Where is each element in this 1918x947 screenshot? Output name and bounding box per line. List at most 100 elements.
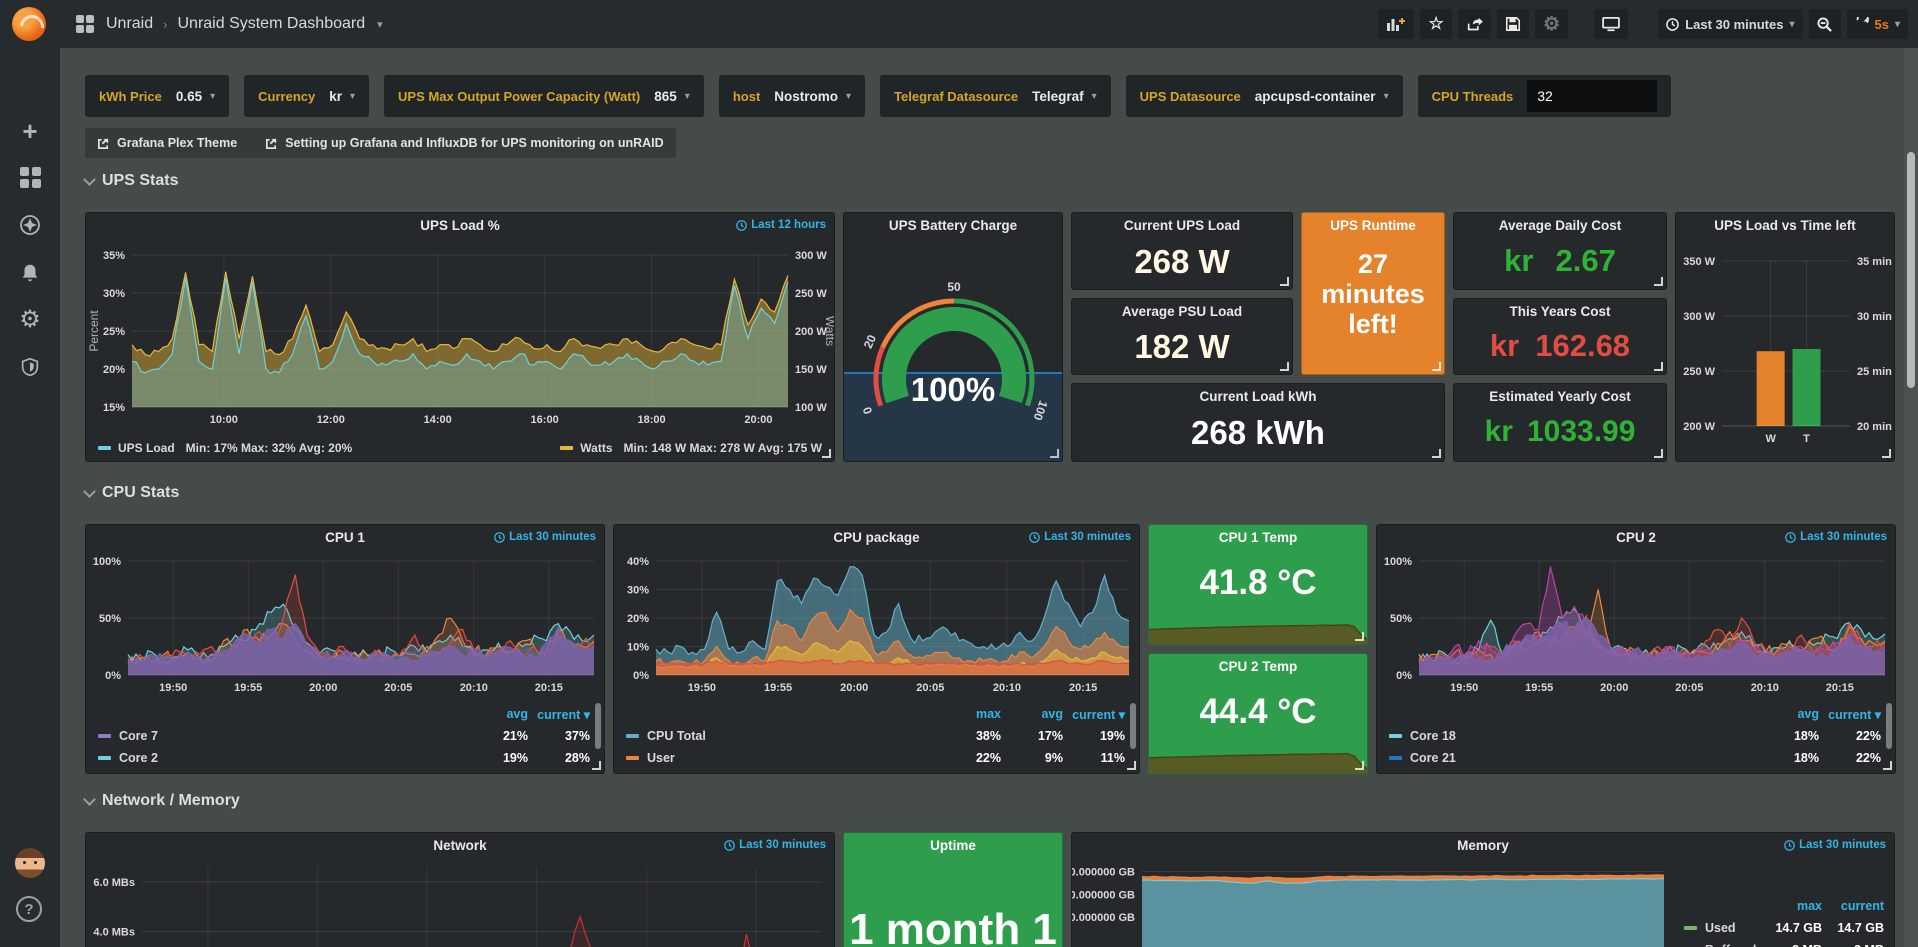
battery-gauge[interactable]: 02050100 xyxy=(844,239,1063,462)
svg-text:50.000000 GB: 50.000000 GB xyxy=(1072,912,1135,924)
panel-title[interactable]: UPS Battery Charge xyxy=(844,218,1062,233)
page-scrollbar-thumb[interactable] xyxy=(1907,152,1915,388)
explore-compass-icon[interactable] xyxy=(0,207,60,243)
svg-text:19:50: 19:50 xyxy=(688,682,716,694)
svg-text:35%: 35% xyxy=(103,250,125,262)
legend-row[interactable]: Used14.7 GB14.7 GB xyxy=(1684,917,1884,939)
svg-text:100%: 100% xyxy=(93,556,121,568)
user-avatar[interactable] xyxy=(15,848,45,878)
alerting-bell-icon[interactable] xyxy=(0,255,60,291)
legend-row[interactable]: Core 721%37% xyxy=(98,725,590,747)
legend-sort-current[interactable]: current xyxy=(1822,899,1884,913)
variable-telegraf-datasource[interactable]: Telegraf Datasource Telegraf ▾ xyxy=(880,75,1111,117)
legend-row[interactable]: Buffered3 MB3 MB xyxy=(1684,939,1884,947)
panel-title[interactable]: Average PSU Load xyxy=(1072,304,1292,319)
breadcrumb-folder[interactable]: Unraid xyxy=(106,15,153,33)
cpu2-chart[interactable]: 0%50%100%19:5019:5520:0020:0520:1020:15 xyxy=(1377,551,1896,701)
svg-text:50: 50 xyxy=(947,280,961,294)
panel-title[interactable]: Current Load kWh xyxy=(1072,389,1444,404)
legend-sort-avg[interactable]: avg xyxy=(466,707,528,721)
legend-sort-current[interactable]: current ▾ xyxy=(1819,707,1881,722)
grafana-logo[interactable] xyxy=(12,7,46,41)
section-cpu-stats[interactable]: CPU Stats xyxy=(85,484,179,502)
legend-row[interactable]: User22%9%11% xyxy=(626,747,1125,769)
legend-sort-current[interactable]: current ▾ xyxy=(1063,707,1125,722)
panel-title[interactable]: Network xyxy=(86,838,834,853)
legend-row[interactable]: CPU Total38%17%19% xyxy=(626,725,1125,747)
configuration-gear-icon[interactable]: ⚙ xyxy=(0,302,60,338)
panel-title[interactable]: UPS Load vs Time left xyxy=(1676,218,1894,233)
ups-load-chart[interactable]: 15%20%25%30%35%100 W150 W200 W250 W300 W… xyxy=(86,239,835,431)
legend-row[interactable]: Core 1818%22% xyxy=(1389,725,1881,747)
variable-ups-datasource[interactable]: UPS Datasource apcupsd-container ▾ xyxy=(1126,75,1403,117)
star-button[interactable]: ☆ xyxy=(1420,9,1452,39)
legend-sort-max[interactable]: max xyxy=(939,707,1001,721)
chart-legend[interactable]: avgcurrent ▾ Core 721%37%Core 219%28% xyxy=(98,703,590,769)
panel-title[interactable]: Memory xyxy=(1072,838,1894,853)
section-network-memory[interactable]: Network / Memory xyxy=(85,792,240,810)
chart-legend[interactable]: maxavgcurrent ▾ CPU Total38%17%19%User22%… xyxy=(626,703,1125,769)
legend-sort-current[interactable]: current ▾ xyxy=(528,707,590,722)
settings-gear-button[interactable]: ⚙ xyxy=(1535,9,1568,39)
zoom-out-button[interactable] xyxy=(1809,9,1841,39)
breadcrumb: Unraid › Unraid System Dashboard ▾ xyxy=(76,15,383,33)
title-caret-icon[interactable]: ▾ xyxy=(377,18,383,31)
panel-ups-battery-charge: UPS Battery Charge 02050100 100% xyxy=(843,212,1063,462)
panel-title[interactable]: CPU 1 Temp xyxy=(1149,530,1367,545)
dashboard-grid-icon[interactable] xyxy=(76,15,94,33)
link-grafana-plex-theme[interactable]: Grafana Plex Theme xyxy=(97,136,237,150)
memory-chart[interactable]: 50.000000 GB60.000000 GB70.000000 GB xyxy=(1072,859,1672,947)
help-icon[interactable]: ? xyxy=(16,896,42,922)
svg-text:350 W: 350 W xyxy=(1683,256,1715,268)
svg-text:19:55: 19:55 xyxy=(1525,682,1553,694)
variable-currency[interactable]: Currency kr ▾ xyxy=(244,75,369,117)
stat-value: 44.4 °C xyxy=(1149,692,1367,732)
page-title[interactable]: Unraid System Dashboard xyxy=(177,15,365,33)
share-button[interactable] xyxy=(1458,9,1491,39)
link-ups-monitoring-guide[interactable]: Setting up Grafana and InfluxDB for UPS … xyxy=(265,136,663,150)
svg-text:20:00: 20:00 xyxy=(309,682,337,694)
panel-title[interactable]: Current UPS Load xyxy=(1072,218,1292,233)
save-button[interactable] xyxy=(1497,9,1529,39)
legend-scrollbar[interactable] xyxy=(1886,703,1892,749)
panel-title[interactable]: Estimated Yearly Cost xyxy=(1454,389,1666,404)
chart-legend[interactable]: UPS LoadMin: 17% Max: 32% Avg: 20% WattsM… xyxy=(98,441,822,455)
add-icon[interactable]: + xyxy=(0,113,60,149)
server-admin-shield-icon[interactable] xyxy=(0,349,60,385)
panel-title[interactable]: This Years Cost xyxy=(1454,304,1666,319)
panel-title[interactable]: CPU 2 Temp xyxy=(1149,659,1367,674)
legend-row[interactable]: Core 219%28% xyxy=(98,747,590,769)
time-range-picker[interactable]: Last 30 minutes ▾ xyxy=(1658,9,1802,39)
cpu-threads-input[interactable] xyxy=(1527,80,1657,112)
variable-kwh-price[interactable]: kWh Price 0.65 ▾ xyxy=(85,75,229,117)
legend-item[interactable]: WattsMin: 148 W Max: 278 W Avg: 175 W xyxy=(560,441,822,455)
refresh-button[interactable]: 5s ▾ xyxy=(1847,9,1909,39)
legend-row[interactable]: Core 2118%22% xyxy=(1389,747,1881,769)
panel-title[interactable]: Uptime xyxy=(844,838,1062,853)
dashboards-icon[interactable] xyxy=(0,159,60,195)
panel-cpu1-temp: CPU 1 Temp 41.8 °C xyxy=(1148,524,1368,645)
ups-bar-chart[interactable]: 200 W250 W300 W350 W20 min25 min30 min35… xyxy=(1676,239,1895,462)
time-range-label: Last 30 minutes xyxy=(1685,17,1783,32)
panel-title[interactable]: Average Daily Cost xyxy=(1454,218,1666,233)
svg-text:250 W: 250 W xyxy=(1683,366,1715,378)
panel-title[interactable]: UPS Load % xyxy=(86,218,834,233)
tv-mode-button[interactable] xyxy=(1594,9,1628,39)
variable-ups-max-power[interactable]: UPS Max Output Power Capacity (Watt) 865… xyxy=(384,75,704,117)
variable-host[interactable]: host Nostromo ▾ xyxy=(719,75,865,117)
legend-scrollbar[interactable] xyxy=(1130,703,1136,749)
panel-title[interactable]: UPS Runtime xyxy=(1302,218,1444,233)
legend-sort-avg[interactable]: avg xyxy=(1757,707,1819,721)
legend-sort-avg[interactable]: avg xyxy=(1001,707,1063,721)
panel-ups-load: UPS Load % Last 12 hours 15%20%25%30%35%… xyxy=(85,212,835,462)
network-chart[interactable]: 2.0 MBs4.0 MBs6.0 MBs19:5019:5520:0020:0… xyxy=(86,859,835,947)
legend-sort-max[interactable]: max xyxy=(1760,899,1822,913)
cpu-package-chart[interactable]: 0%10%20%30%40%19:5019:5520:0020:0520:102… xyxy=(614,551,1140,701)
chart-legend[interactable]: avgcurrent ▾ Core 1818%22%Core 2118%22% xyxy=(1389,703,1881,769)
cpu1-chart[interactable]: 0%50%100%19:5019:5520:0020:0520:1020:15 xyxy=(86,551,605,701)
add-panel-button[interactable] xyxy=(1378,9,1414,39)
legend-item[interactable]: UPS LoadMin: 17% Max: 32% Avg: 20% xyxy=(98,441,352,455)
section-ups-stats[interactable]: UPS Stats xyxy=(85,172,178,190)
chart-legend[interactable]: maxcurrent Used14.7 GB14.7 GBBuffered3 MB… xyxy=(1684,895,1884,947)
legend-scrollbar[interactable] xyxy=(595,703,601,749)
